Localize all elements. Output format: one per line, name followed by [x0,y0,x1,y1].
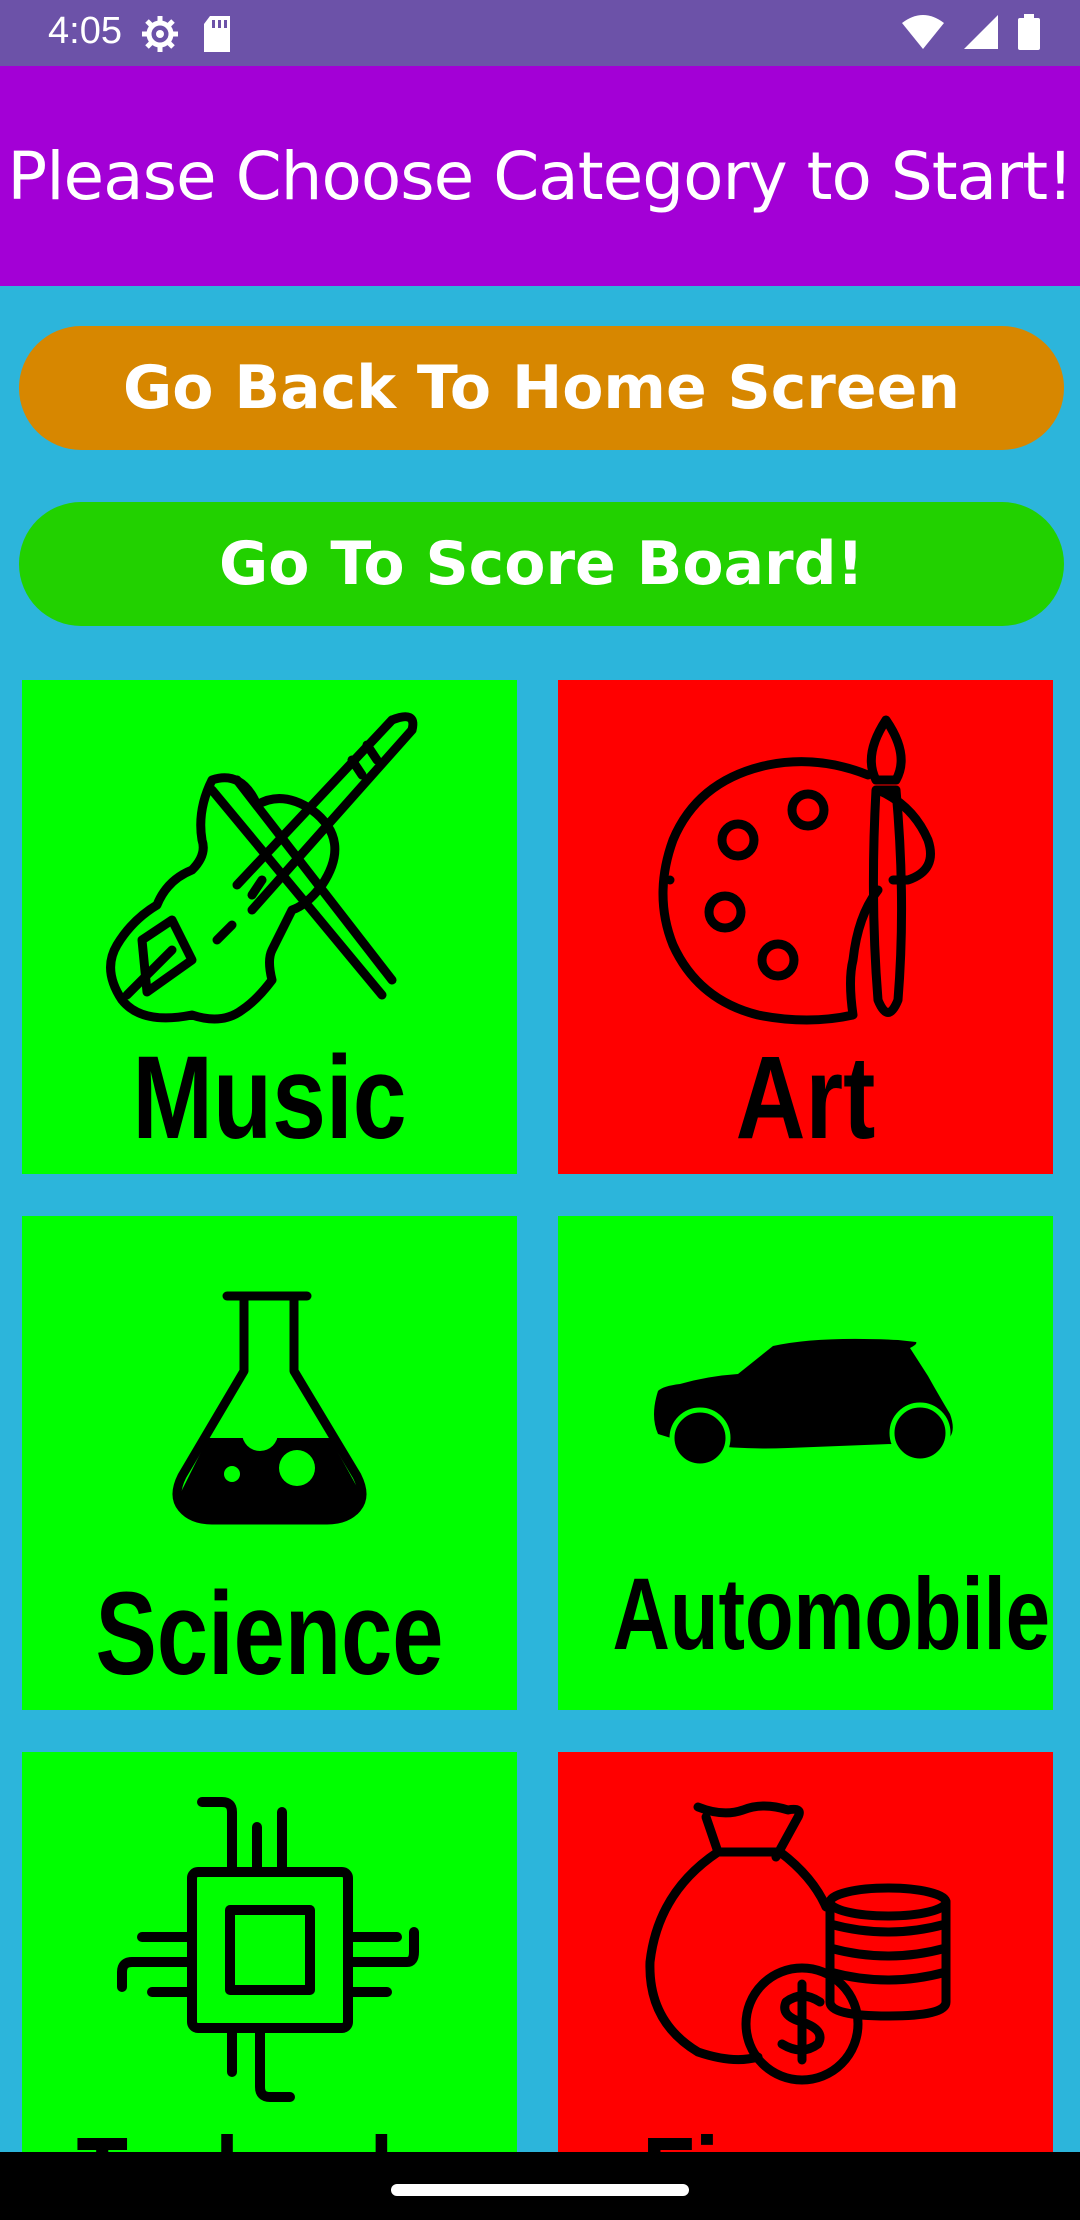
status-icons-right [902,14,1040,50]
category-automobile[interactable]: Automobile [558,1216,1053,1710]
header-bar: Please Choose Category to Start! [0,66,1080,286]
category-science[interactable]: Science [22,1216,517,1710]
category-technology[interactable]: Technology [22,1752,517,2220]
category-art[interactable]: Art [558,680,1053,1174]
category-label-art: Art [735,1032,876,1164]
page-title: Please Choose Category to Start! [7,137,1073,215]
settings-gear-icon [142,16,178,52]
status-bar: 4:05 [0,0,1080,66]
go-home-button[interactable]: Go Back To Home Screen [19,326,1064,450]
category-label-automobile: Automobile [612,1557,1050,1671]
cellular-signal-icon [964,15,998,49]
status-time: 4:05 [48,10,122,52]
category-label-music: Music [132,1032,407,1164]
category-music[interactable]: Music [22,680,517,1174]
home-gesture-handle[interactable] [391,2184,689,2196]
score-board-button-label: Go To Score Board! [219,529,864,599]
score-board-button[interactable]: Go To Score Board! [19,502,1064,626]
go-home-button-label: Go Back To Home Screen [122,353,960,423]
sd-card-icon [204,16,230,52]
status-icons-left [140,14,232,54]
battery-icon [1018,14,1040,50]
wifi-icon [902,15,944,49]
category-label-science: Science [95,1568,444,1700]
category-finance[interactable]: Finance [558,1752,1053,2220]
